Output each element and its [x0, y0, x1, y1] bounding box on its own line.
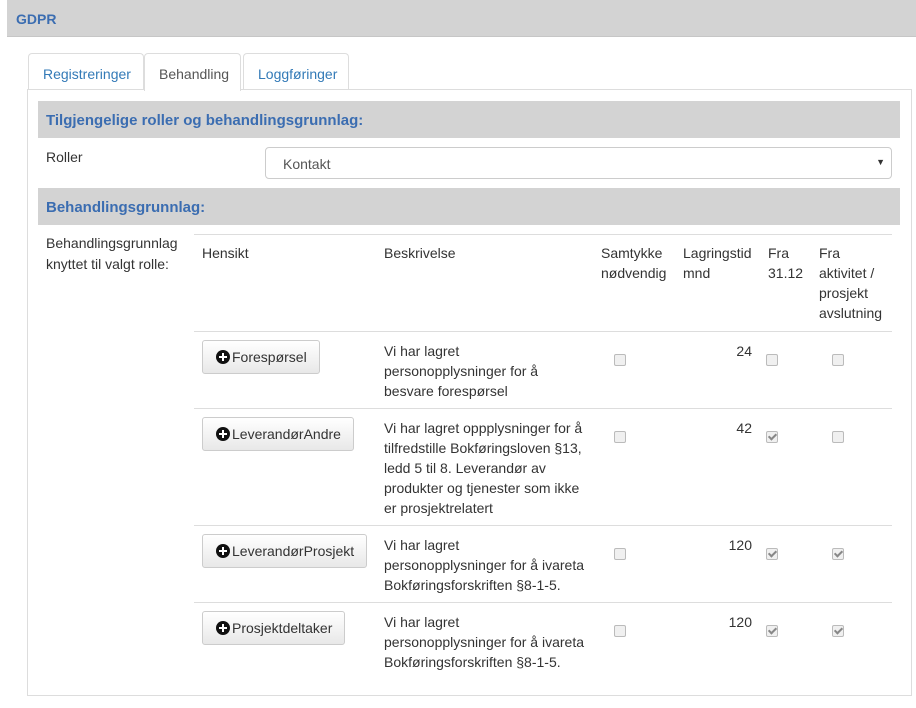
add-leverandorprosjekt-button[interactable]: LeverandørProsjekt [202, 534, 368, 568]
basis-side-label-line2: knyttet til valgt rolle: [46, 256, 169, 272]
description-line: Vi har lagret [384, 614, 460, 630]
basis-section-header: Behandlingsgrunnlag: [38, 188, 900, 225]
header-from-date-line1: Fra [768, 245, 789, 261]
table-top-border [194, 234, 892, 235]
header-from-activity-line1: Fra [819, 245, 840, 261]
from-activity-checkbox[interactable] [832, 431, 844, 443]
from-activity-checkbox[interactable] [832, 625, 844, 637]
consent-checkbox[interactable] [614, 548, 626, 560]
plus-circle-icon [216, 427, 230, 441]
description-line: Vi har lagret oppplysninger for å [384, 420, 583, 436]
description-line: Bokføringsforskriften §8-1-5. [384, 654, 561, 670]
retention-months: 42 [736, 420, 752, 436]
row-description: Vi har lagret personopplysninger for å b… [384, 341, 589, 401]
chevron-down-icon: ▼ [876, 157, 885, 167]
retention-months: 120 [728, 537, 752, 553]
row-description: Vi har lagret personopplysninger for å i… [384, 535, 589, 595]
tab-behandling[interactable]: Behandling [144, 53, 241, 91]
purpose-label: Prosjektdeltaker [232, 620, 333, 636]
header-description: Beskrivelse [384, 245, 456, 261]
from-activity-checkbox[interactable] [832, 548, 844, 560]
from-date-checkbox[interactable] [766, 625, 778, 637]
from-date-checkbox[interactable] [766, 431, 778, 443]
roles-select[interactable]: Kontakt ▼ [265, 147, 892, 179]
purpose-label: LeverandørProsjekt [232, 543, 355, 559]
description-line: tilfredstille Bokføringsloven §13, [384, 440, 582, 456]
app-header: GDPR [7, 0, 916, 37]
consent-checkbox[interactable] [614, 431, 626, 443]
consent-checkbox[interactable] [614, 625, 626, 637]
consent-checkbox[interactable] [614, 354, 626, 366]
roles-label: Roller [46, 149, 83, 165]
description-line: Vi har lagret [384, 537, 460, 553]
roles-section-header: Tilgjengelige roller og behandlingsgrunn… [38, 101, 900, 138]
app-title: GDPR [16, 11, 57, 27]
retention-months: 120 [728, 614, 752, 630]
add-leverandorandre-button[interactable]: LeverandørAndre [202, 417, 354, 451]
plus-circle-icon [216, 544, 230, 558]
row-description: Vi har lagret personopplysninger for å i… [384, 612, 589, 672]
tab-loggforinger[interactable]: Loggføringer [243, 53, 349, 90]
table-row-divider [194, 331, 892, 332]
plus-circle-icon [216, 621, 230, 635]
from-date-checkbox[interactable] [766, 354, 778, 366]
retention-months: 24 [736, 343, 752, 359]
basis-side-label-line1: Behandlingsgrunnlag [46, 235, 178, 251]
add-prosjektdeltaker-button[interactable]: Prosjektdeltaker [202, 611, 346, 645]
header-consent-line1: Samtykke [601, 245, 663, 261]
description-line: ledd 5 til 8. Leverandør av [384, 460, 546, 476]
roles-section-title: Tilgjengelige roller og behandlingsgrunn… [46, 112, 364, 129]
description-line: Vi har lagret [384, 343, 460, 359]
purpose-label: Forespørsel [232, 349, 307, 365]
description-line: personopplysninger for å ivareta [384, 557, 585, 573]
from-activity-checkbox[interactable] [832, 354, 844, 366]
purpose-label: LeverandørAndre [232, 426, 341, 442]
header-from-activity-line4: avslutning [819, 305, 883, 321]
header-purpose: Hensikt [202, 245, 249, 261]
plus-circle-icon [216, 350, 230, 364]
table-row-divider [194, 525, 892, 526]
table-row-divider [194, 408, 892, 409]
description-line: Bokføringsforskriften §8-1-5. [384, 577, 561, 593]
add-forespørsel-button[interactable]: Forespørsel [202, 340, 320, 374]
description-line: produkter og tjenester som ikke [384, 480, 580, 496]
header-consent-line2: nødvendig [601, 265, 667, 281]
description-line: personopplysninger for å ivareta [384, 634, 585, 650]
header-retention-line1: Lagringstid [683, 245, 752, 261]
from-date-checkbox[interactable] [766, 548, 778, 560]
header-from-activity-line2: aktivitet / [819, 265, 875, 281]
tab-registreringer[interactable]: Registreringer [28, 53, 144, 90]
roles-select-value: Kontakt [283, 156, 331, 172]
header-from-activity-line3: prosjekt [819, 285, 869, 301]
header-from-date-line2: 31.12 [768, 265, 804, 281]
description-line: er prosjektrelatert [384, 500, 493, 516]
description-line: besvare forespørsel [384, 383, 508, 399]
table-row-divider [194, 602, 892, 603]
basis-section-title: Behandlingsgrunnlag: [46, 199, 206, 216]
row-description: Vi har lagret oppplysninger for å tilfre… [384, 418, 589, 518]
description-line: personopplysninger for å [384, 363, 539, 379]
header-retention-line2: mnd [683, 265, 711, 281]
